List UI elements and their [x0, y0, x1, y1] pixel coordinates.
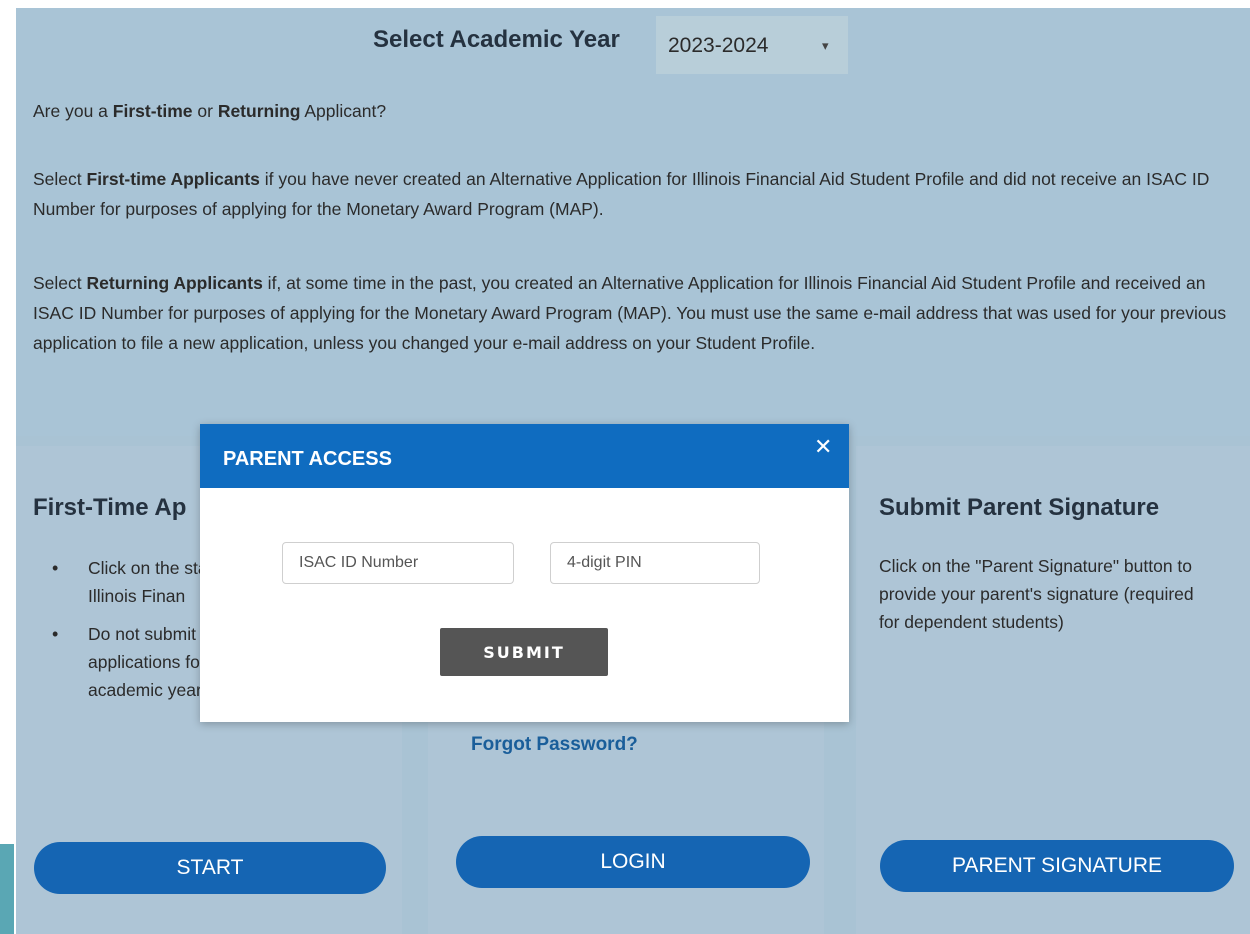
chevron-down-icon: ▾ — [822, 38, 829, 53]
academic-year-value: 2023-2024 — [668, 34, 769, 57]
first-time-card-title: First-Time Ap — [33, 494, 187, 521]
login-button[interactable]: LOGIN — [456, 836, 810, 888]
modal-title: PARENT ACCESS — [223, 448, 392, 470]
parent-card-title: Submit Parent Signature — [879, 494, 1160, 521]
academic-year-select[interactable]: 2023-2024 ▾ — [656, 16, 848, 74]
modal-header: PARENT ACCESS ✕ — [200, 424, 849, 488]
academic-year-label: Select Academic Year — [373, 26, 620, 53]
pin-input[interactable] — [550, 542, 760, 584]
parent-signature-button[interactable]: PARENT SIGNATURE — [880, 840, 1234, 892]
parent-access-modal: PARENT ACCESS ✕ SUBMIT — [200, 424, 849, 722]
isac-id-input[interactable] — [282, 542, 514, 584]
first-time-explanation: Select First-time Applicants if you have… — [33, 169, 1210, 219]
start-button[interactable]: START — [34, 842, 386, 894]
returning-explanation: Select Returning Applicants if, at some … — [33, 273, 1227, 353]
forgot-password-link[interactable]: Forgot Password? — [471, 734, 638, 756]
parent-card-text: Click on the "Parent Signature" button t… — [879, 556, 1194, 632]
close-icon[interactable]: ✕ — [814, 434, 832, 460]
submit-button[interactable]: SUBMIT — [440, 628, 608, 676]
side-accent-strip — [0, 844, 14, 934]
applicant-question: Are you a First-time or Returning Applic… — [33, 101, 387, 121]
